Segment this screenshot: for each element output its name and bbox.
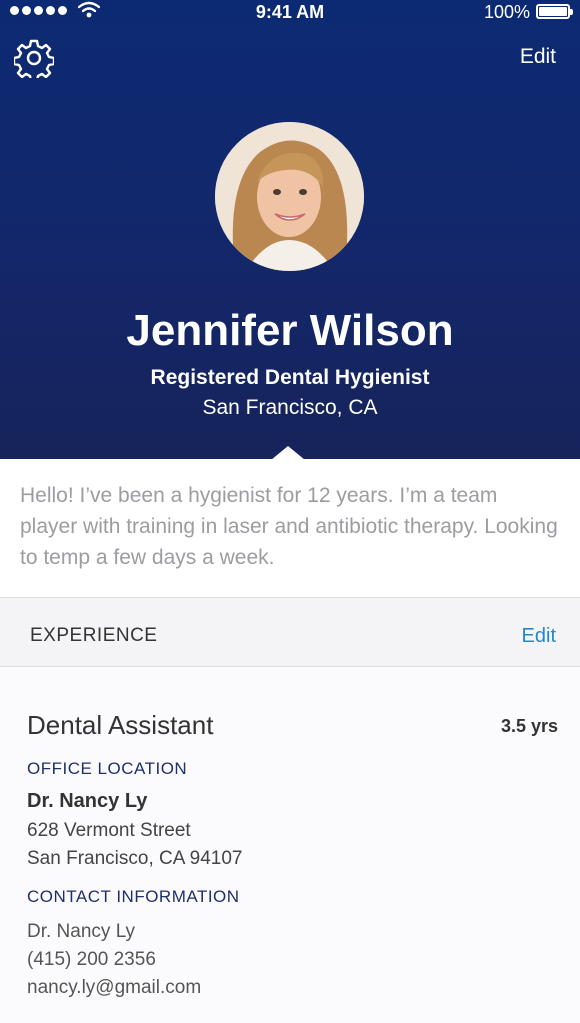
contact-email[interactable]: nancy.ly@gmail.com (27, 977, 201, 999)
contact-phone[interactable]: (415) 200 2356 (27, 949, 156, 971)
profile-title: Registered Dental Hygienist (150, 366, 430, 389)
office-location-label: OFFICE LOCATION (27, 759, 188, 778)
profile-location: San Francisco, CA (202, 396, 378, 419)
battery-icon (536, 4, 573, 19)
experience-section-header: EXPERIENCE Edit (0, 597, 580, 667)
avatar (215, 122, 364, 271)
office-name: Dr. Nancy Ly (27, 790, 148, 812)
battery-percentage: 100% (483, 2, 530, 22)
address-line-2: San Francisco, CA 94107 (27, 848, 243, 869)
gear-icon[interactable] (14, 38, 54, 78)
edit-profile-button[interactable]: Edit (520, 45, 556, 69)
profile-bio: Hello! I’ve been a hygienist for 12 year… (20, 484, 558, 569)
job-duration: 3.5 yrs (500, 716, 558, 736)
job-title: Dental Assistant (27, 710, 214, 740)
contact-name: Dr. Nancy Ly (27, 921, 136, 942)
profile-header: 9:41 AM 100% Edit Jennifer Wilson Regist… (0, 0, 580, 460)
contact-information-label: CONTACT INFORMATION (27, 887, 240, 906)
edit-experience-button[interactable]: Edit (522, 625, 556, 648)
header-pointer (271, 446, 305, 460)
status-bar: 9:41 AM 100% (0, 0, 580, 24)
address-line-1: 628 Vermont Street (27, 820, 191, 841)
section-title: EXPERIENCE (30, 625, 158, 646)
profile-name: Jennifer Wilson (126, 306, 454, 355)
